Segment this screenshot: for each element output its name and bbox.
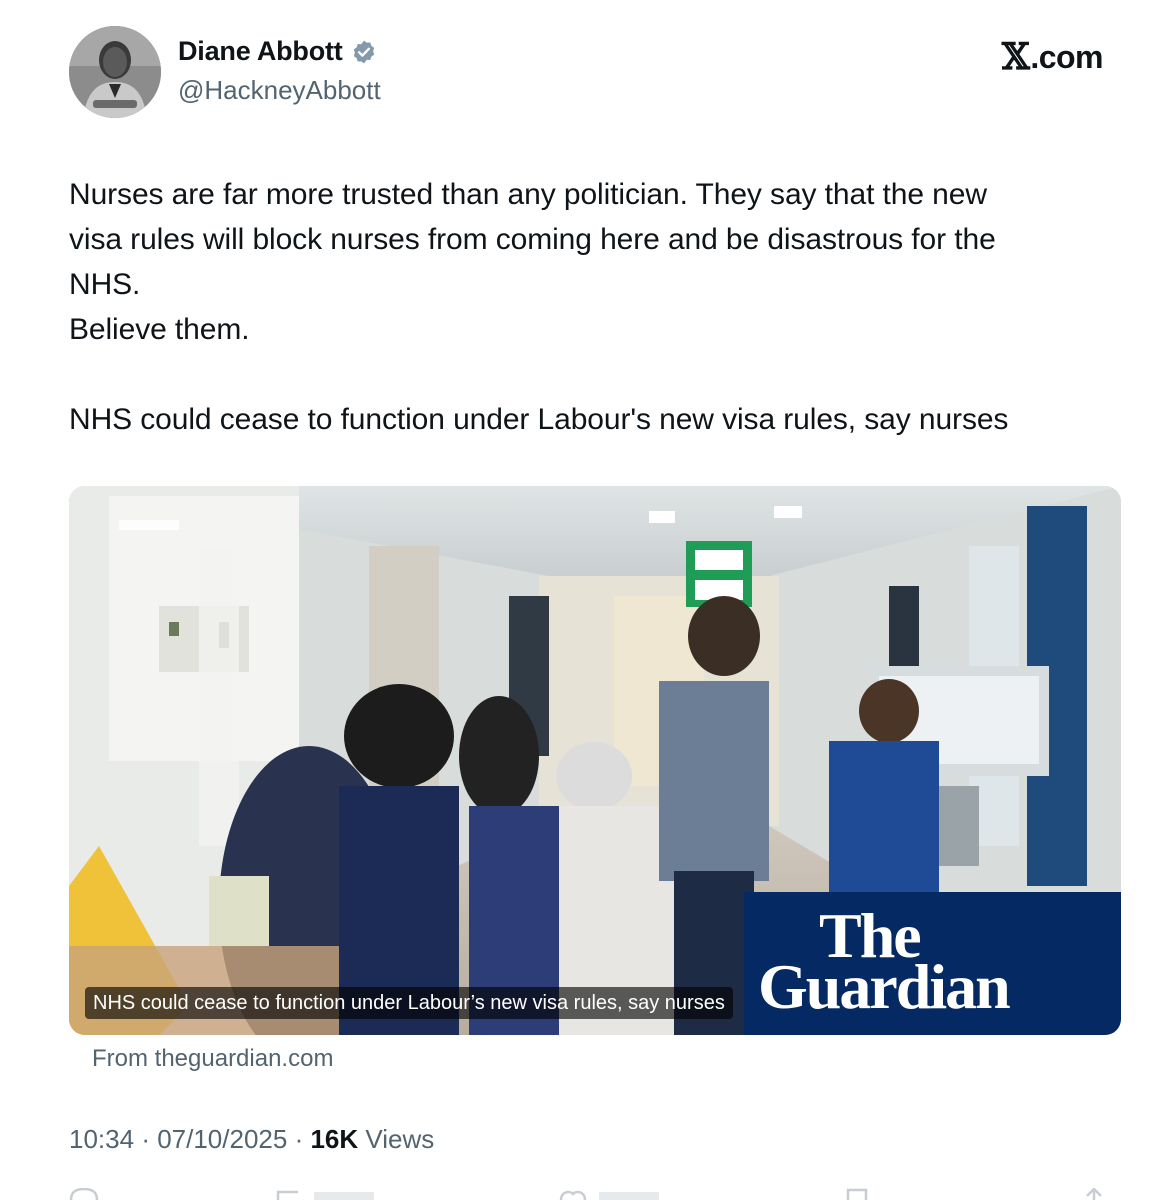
x-com-logo: 𝕏 .com <box>1001 36 1104 78</box>
like-icon[interactable] <box>559 1188 669 1200</box>
avatar-photo <box>69 26 161 118</box>
link-card[interactable]: The Guardian NHS could cease to function… <box>69 486 1121 1035</box>
repost-icon[interactable] <box>274 1188 384 1200</box>
card-source-link[interactable]: From theguardian.com <box>92 1045 333 1073</box>
meta-separator: · <box>141 1124 158 1154</box>
author-name[interactable]: Diane Abbott <box>178 36 343 67</box>
verified-badge-icon <box>353 40 374 63</box>
avatar[interactable] <box>69 26 161 118</box>
meta-separator: · <box>294 1124 311 1154</box>
share-icon[interactable] <box>1079 1188 1109 1200</box>
tweet-time[interactable]: 10:34 <box>69 1124 134 1154</box>
views-count: 16K <box>310 1124 359 1154</box>
bookmark-icon[interactable] <box>844 1188 904 1200</box>
guardian-logo: The Guardian <box>744 892 1121 1035</box>
reply-icon[interactable] <box>69 1188 99 1200</box>
brand-domain: .com <box>1030 38 1103 75</box>
action-bar <box>69 1188 1109 1200</box>
guardian-logo-guardian: Guardian <box>758 951 1011 1022</box>
author-name-row[interactable]: Diane Abbott <box>178 36 377 67</box>
views-label: Views <box>365 1124 435 1154</box>
x-logo-icon: 𝕏 <box>1001 36 1030 78</box>
tweet-date[interactable]: 07/10/2025 <box>157 1124 287 1154</box>
card-caption: NHS could cease to function under Labour… <box>85 987 733 1019</box>
tweet-meta: 10:34 · 07/10/2025 · 16K Views <box>69 1124 434 1155</box>
tweet-text: Nurses are far more trusted than any pol… <box>69 178 1009 436</box>
author-handle[interactable]: @HackneyAbbott <box>178 75 381 106</box>
